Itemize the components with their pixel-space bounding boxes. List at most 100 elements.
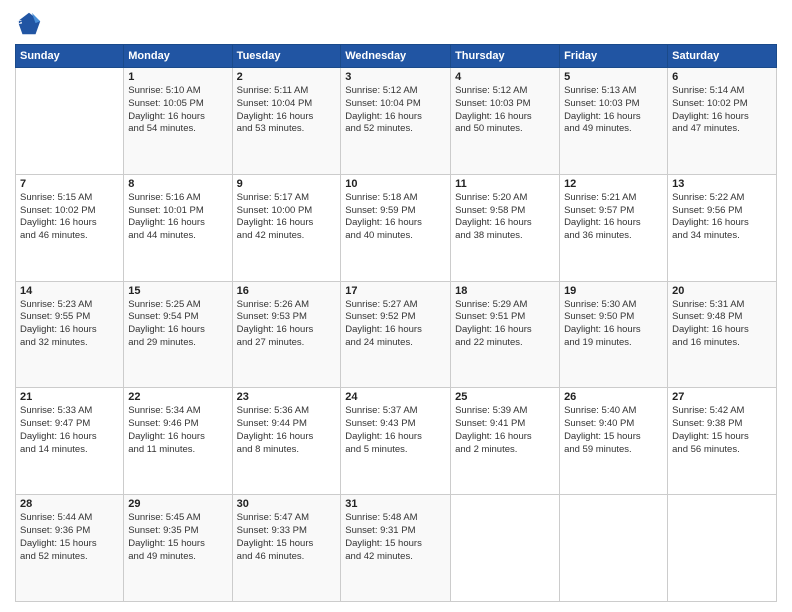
calendar-cell: 9 Sunrise: 5:17 AM Sunset: 10:00 PM Dayli…: [232, 174, 341, 281]
day-number: 26: [564, 391, 663, 403]
calendar-cell: 13 Sunrise: 5:22 AM Sunset: 9:56 PM Dayli…: [668, 174, 777, 281]
calendar-week-row: 1 Sunrise: 5:10 AM Sunset: 10:05 PM Dayli…: [16, 68, 777, 175]
day-detail: Sunrise: 5:13 AM Sunset: 10:03 PM Daylig…: [564, 85, 663, 136]
calendar-cell: 18 Sunrise: 5:29 AM Sunset: 9:51 PM Dayli…: [451, 281, 560, 388]
weekday-header: Tuesday: [232, 45, 341, 68]
calendar-cell: 6 Sunrise: 5:14 AM Sunset: 10:02 PM Dayli…: [668, 68, 777, 175]
logo-icon: G: [15, 10, 43, 38]
weekday-header: Saturday: [668, 45, 777, 68]
day-number: 10: [345, 178, 446, 190]
day-detail: Sunrise: 5:17 AM Sunset: 10:00 PM Daylig…: [237, 192, 337, 243]
calendar-cell: 19 Sunrise: 5:30 AM Sunset: 9:50 PM Dayli…: [560, 281, 668, 388]
weekday-header: Friday: [560, 45, 668, 68]
day-detail: Sunrise: 5:21 AM Sunset: 9:57 PM Dayligh…: [564, 192, 663, 243]
day-number: 18: [455, 285, 555, 297]
calendar-week-row: 7 Sunrise: 5:15 AM Sunset: 10:02 PM Dayli…: [16, 174, 777, 281]
day-number: 2: [237, 71, 337, 83]
calendar-cell: 7 Sunrise: 5:15 AM Sunset: 10:02 PM Dayli…: [16, 174, 124, 281]
day-detail: Sunrise: 5:33 AM Sunset: 9:47 PM Dayligh…: [20, 405, 119, 456]
day-detail: Sunrise: 5:36 AM Sunset: 9:44 PM Dayligh…: [237, 405, 337, 456]
day-number: 8: [128, 178, 227, 190]
day-detail: Sunrise: 5:44 AM Sunset: 9:36 PM Dayligh…: [20, 512, 119, 563]
calendar-cell: 20 Sunrise: 5:31 AM Sunset: 9:48 PM Dayli…: [668, 281, 777, 388]
day-number: 3: [345, 71, 446, 83]
day-number: 17: [345, 285, 446, 297]
calendar-cell: 26 Sunrise: 5:40 AM Sunset: 9:40 PM Dayli…: [560, 388, 668, 495]
day-detail: Sunrise: 5:20 AM Sunset: 9:58 PM Dayligh…: [455, 192, 555, 243]
day-detail: Sunrise: 5:10 AM Sunset: 10:05 PM Daylig…: [128, 85, 227, 136]
day-number: 1: [128, 71, 227, 83]
day-detail: Sunrise: 5:23 AM Sunset: 9:55 PM Dayligh…: [20, 299, 119, 350]
svg-text:G: G: [18, 20, 22, 26]
calendar-cell: 23 Sunrise: 5:36 AM Sunset: 9:44 PM Dayli…: [232, 388, 341, 495]
weekday-header: Sunday: [16, 45, 124, 68]
calendar-cell: [668, 495, 777, 602]
day-detail: Sunrise: 5:22 AM Sunset: 9:56 PM Dayligh…: [672, 192, 772, 243]
day-detail: Sunrise: 5:42 AM Sunset: 9:38 PM Dayligh…: [672, 405, 772, 456]
calendar-cell: 8 Sunrise: 5:16 AM Sunset: 10:01 PM Dayli…: [124, 174, 232, 281]
day-number: 31: [345, 498, 446, 510]
day-number: 12: [564, 178, 663, 190]
calendar-cell: 12 Sunrise: 5:21 AM Sunset: 9:57 PM Dayli…: [560, 174, 668, 281]
calendar-cell: 5 Sunrise: 5:13 AM Sunset: 10:03 PM Dayli…: [560, 68, 668, 175]
day-number: 25: [455, 391, 555, 403]
day-number: 20: [672, 285, 772, 297]
logo: G: [15, 10, 47, 38]
calendar-cell: 25 Sunrise: 5:39 AM Sunset: 9:41 PM Dayli…: [451, 388, 560, 495]
day-detail: Sunrise: 5:30 AM Sunset: 9:50 PM Dayligh…: [564, 299, 663, 350]
calendar-week-row: 14 Sunrise: 5:23 AM Sunset: 9:55 PM Dayli…: [16, 281, 777, 388]
day-number: 9: [237, 178, 337, 190]
day-detail: Sunrise: 5:39 AM Sunset: 9:41 PM Dayligh…: [455, 405, 555, 456]
day-number: 21: [20, 391, 119, 403]
day-detail: Sunrise: 5:40 AM Sunset: 9:40 PM Dayligh…: [564, 405, 663, 456]
calendar-cell: 30Sunrise: 5:47 AM Sunset: 9:33 PM Dayli…: [232, 495, 341, 602]
day-number: 13: [672, 178, 772, 190]
day-number: 28: [20, 498, 119, 510]
calendar-cell: 14 Sunrise: 5:23 AM Sunset: 9:55 PM Dayli…: [16, 281, 124, 388]
day-detail: Sunrise: 5:25 AM Sunset: 9:54 PM Dayligh…: [128, 299, 227, 350]
calendar: SundayMondayTuesdayWednesdayThursdayFrid…: [15, 44, 777, 602]
day-detail: Sunrise: 5:12 AM Sunset: 10:04 PM Daylig…: [345, 85, 446, 136]
day-number: 11: [455, 178, 555, 190]
day-detail: Sunrise: 5:48 AM Sunset: 9:31 PM Dayligh…: [345, 512, 446, 563]
calendar-cell: 27 Sunrise: 5:42 AM Sunset: 9:38 PM Dayli…: [668, 388, 777, 495]
day-detail: Sunrise: 5:34 AM Sunset: 9:46 PM Dayligh…: [128, 405, 227, 456]
day-number: 22: [128, 391, 227, 403]
day-detail: Sunrise: 5:29 AM Sunset: 9:51 PM Dayligh…: [455, 299, 555, 350]
calendar-cell: 2 Sunrise: 5:11 AM Sunset: 10:04 PM Dayli…: [232, 68, 341, 175]
weekday-header: Wednesday: [341, 45, 451, 68]
day-detail: Sunrise: 5:11 AM Sunset: 10:04 PM Daylig…: [237, 85, 337, 136]
day-number: 7: [20, 178, 119, 190]
day-number: 15: [128, 285, 227, 297]
day-detail: Sunrise: 5:47 AM Sunset: 9:33 PM Dayligh…: [237, 512, 337, 563]
day-detail: Sunrise: 5:14 AM Sunset: 10:02 PM Daylig…: [672, 85, 772, 136]
day-number: 5: [564, 71, 663, 83]
calendar-cell: 29Sunrise: 5:45 AM Sunset: 9:35 PM Dayli…: [124, 495, 232, 602]
day-number: 14: [20, 285, 119, 297]
calendar-cell: 22 Sunrise: 5:34 AM Sunset: 9:46 PM Dayli…: [124, 388, 232, 495]
day-number: 4: [455, 71, 555, 83]
day-detail: Sunrise: 5:16 AM Sunset: 10:01 PM Daylig…: [128, 192, 227, 243]
calendar-cell: 1 Sunrise: 5:10 AM Sunset: 10:05 PM Dayli…: [124, 68, 232, 175]
calendar-cell: 11 Sunrise: 5:20 AM Sunset: 9:58 PM Dayli…: [451, 174, 560, 281]
calendar-header-row: SundayMondayTuesdayWednesdayThursdayFrid…: [16, 45, 777, 68]
day-detail: Sunrise: 5:27 AM Sunset: 9:52 PM Dayligh…: [345, 299, 446, 350]
day-number: 27: [672, 391, 772, 403]
day-number: 16: [237, 285, 337, 297]
day-detail: Sunrise: 5:12 AM Sunset: 10:03 PM Daylig…: [455, 85, 555, 136]
calendar-cell: 31 Sunrise: 5:48 AM Sunset: 9:31 PM Dayli…: [341, 495, 451, 602]
day-number: 23: [237, 391, 337, 403]
calendar-cell: [16, 68, 124, 175]
weekday-header: Thursday: [451, 45, 560, 68]
calendar-week-row: 21 Sunrise: 5:33 AM Sunset: 9:47 PM Dayli…: [16, 388, 777, 495]
day-number: 19: [564, 285, 663, 297]
calendar-cell: 28 Sunrise: 5:44 AM Sunset: 9:36 PM Dayli…: [16, 495, 124, 602]
day-detail: Sunrise: 5:18 AM Sunset: 9:59 PM Dayligh…: [345, 192, 446, 243]
calendar-cell: [560, 495, 668, 602]
day-number: 6: [672, 71, 772, 83]
day-detail: Sunrise: 5:31 AM Sunset: 9:48 PM Dayligh…: [672, 299, 772, 350]
day-number: 24: [345, 391, 446, 403]
day-number: 29: [128, 498, 227, 510]
calendar-cell: 10 Sunrise: 5:18 AM Sunset: 9:59 PM Dayli…: [341, 174, 451, 281]
day-detail: Sunrise: 5:15 AM Sunset: 10:02 PM Daylig…: [20, 192, 119, 243]
